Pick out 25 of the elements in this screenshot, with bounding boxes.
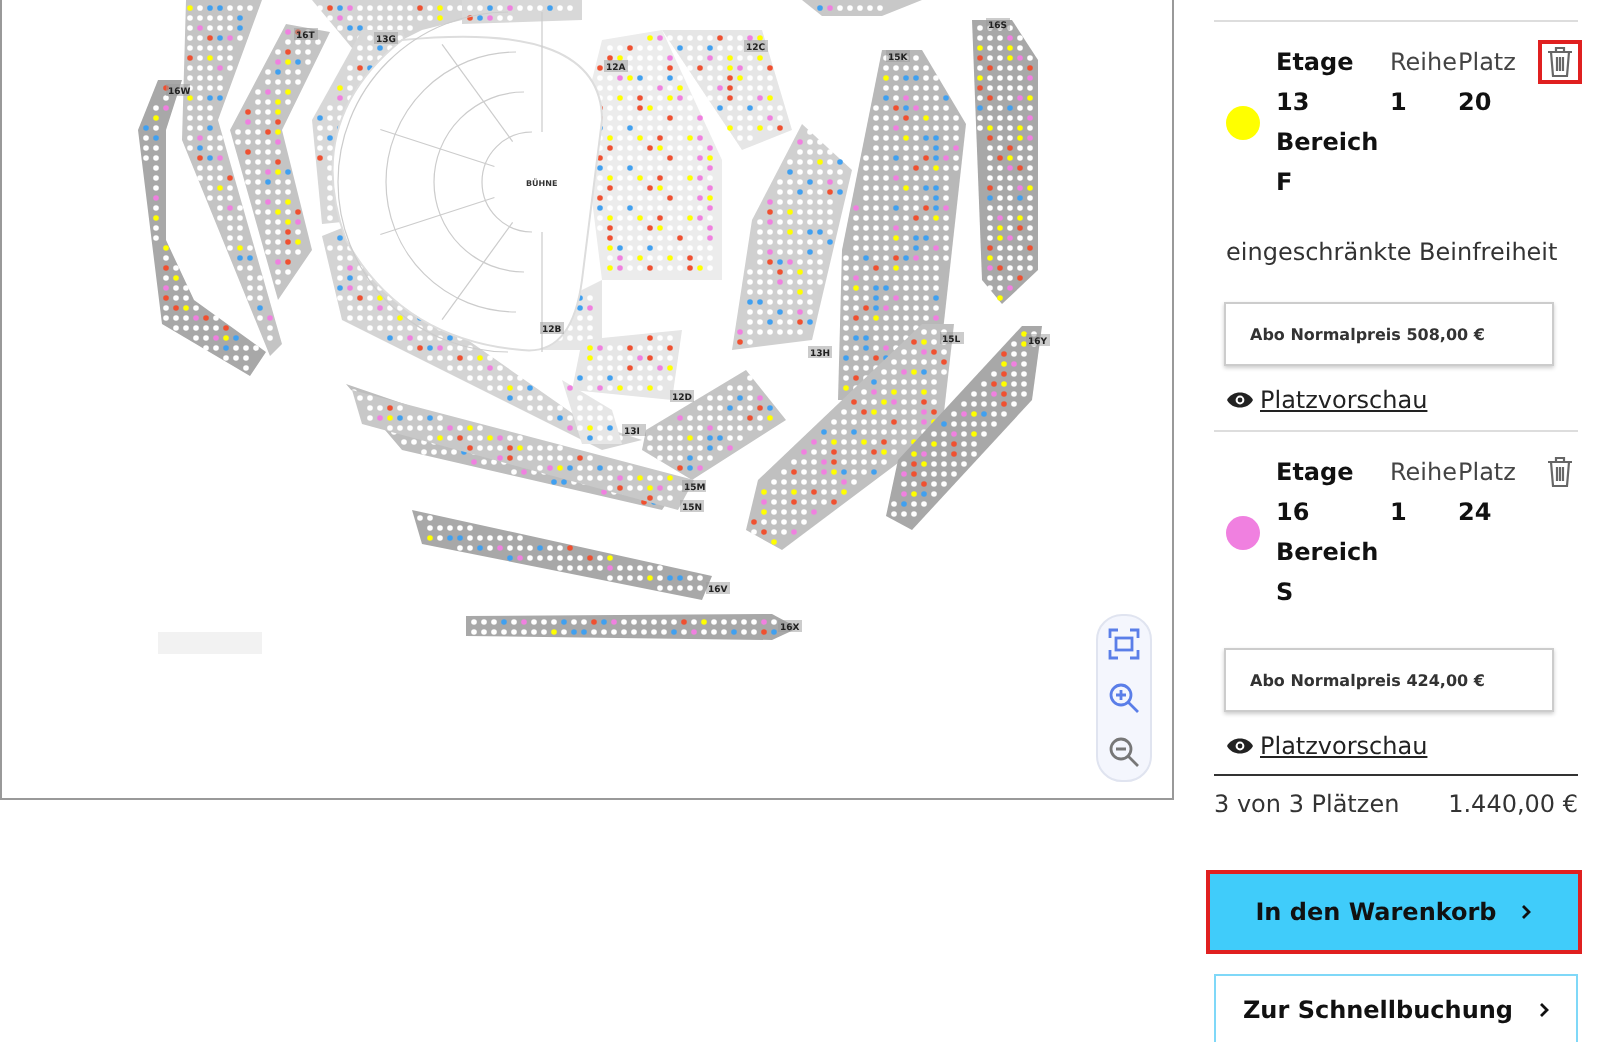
seat-preview-link[interactable]: Platzvorschau	[1260, 386, 1428, 414]
area-label: Bereich	[1276, 128, 1381, 156]
floor-label: Etage	[1276, 458, 1356, 486]
area-label: Bereich	[1276, 538, 1381, 566]
floor-value: 16	[1276, 498, 1312, 526]
row-label: Reihe	[1390, 458, 1458, 486]
seat-note: eingeschränkte Beinfreiheit	[1226, 238, 1560, 266]
seat-preview-link[interactable]: Platzvorschau	[1260, 732, 1428, 760]
seat-count: 3 von 3 Plätzen	[1214, 790, 1400, 818]
seat-label: Platz	[1458, 48, 1518, 76]
total-price: 1.440,00 €	[1448, 790, 1578, 818]
area-value: S	[1276, 578, 1296, 606]
floor-value: 13	[1276, 88, 1312, 116]
row-value: 1	[1390, 498, 1409, 526]
floor-label: Etage	[1276, 48, 1356, 76]
add-to-cart-button[interactable]: In den Warenkorb	[1210, 874, 1578, 950]
seat-value: 24	[1458, 498, 1494, 526]
area-value: F	[1276, 168, 1295, 196]
row-label: Reihe	[1390, 48, 1458, 76]
price-option[interactable]: Abo Normalpreis 508,00 €	[1224, 302, 1554, 366]
price-option[interactable]: Abo Normalpreis 424,00 €	[1224, 648, 1554, 712]
quick-booking-button[interactable]: Zur Schnellbuchung	[1214, 974, 1578, 1042]
row-value: 1	[1390, 88, 1409, 116]
seat-label: Platz	[1458, 458, 1518, 486]
seat-value: 20	[1458, 88, 1494, 116]
